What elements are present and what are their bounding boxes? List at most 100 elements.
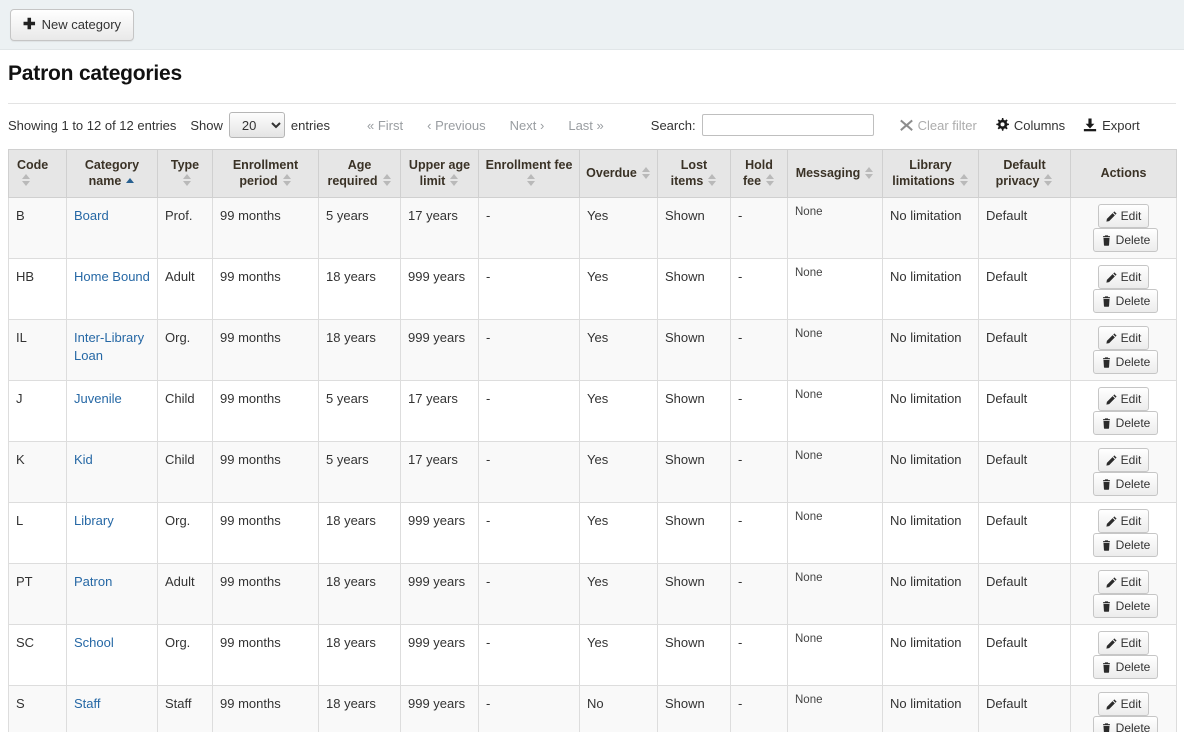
x-icon xyxy=(900,119,913,132)
new-category-button[interactable]: ✚ New category xyxy=(10,9,134,41)
edit-button[interactable]: Edit xyxy=(1098,387,1150,411)
delete-button[interactable]: Delete xyxy=(1093,533,1159,557)
show-label: Show xyxy=(190,118,223,133)
column-header-type[interactable]: Type xyxy=(158,150,213,198)
column-header-messaging[interactable]: Messaging xyxy=(788,150,883,198)
cell-enrollment-period: 99 months xyxy=(213,442,319,503)
columns-button[interactable]: Columns xyxy=(995,118,1065,133)
search-input[interactable] xyxy=(702,114,874,136)
cell-overdue: Yes xyxy=(580,381,658,442)
column-header-category-name[interactable]: Category name xyxy=(67,150,158,198)
column-header-hold-fee[interactable]: Hold fee xyxy=(731,150,788,198)
cell-hold-fee: - xyxy=(731,259,788,320)
category-name-link[interactable]: Library xyxy=(74,513,114,528)
column-header-default-privacy[interactable]: Default privacy xyxy=(979,150,1071,198)
pagination-next[interactable]: Next › xyxy=(501,114,554,137)
cell-hold-fee: - xyxy=(731,564,788,625)
cell-code: J xyxy=(9,381,67,442)
column-header-enrollment-period[interactable]: Enrollment period xyxy=(213,150,319,198)
column-header-label: Overdue xyxy=(586,166,637,180)
trash-icon xyxy=(1101,296,1112,307)
delete-button[interactable]: Delete xyxy=(1093,472,1159,496)
cell-name: Staff xyxy=(67,686,158,732)
cell-type: Child xyxy=(158,381,213,442)
column-header-age-required[interactable]: Age required xyxy=(319,150,401,198)
edit-button[interactable]: Edit xyxy=(1098,448,1150,472)
new-category-label: New category xyxy=(42,17,121,32)
edit-button[interactable]: Edit xyxy=(1098,692,1150,716)
cell-messaging: None xyxy=(788,198,883,259)
cell-library-limitations: No limitation xyxy=(883,686,979,732)
column-header-lost-items[interactable]: Lost items xyxy=(658,150,731,198)
edit-label: Edit xyxy=(1121,514,1142,528)
page-length-select[interactable]: 102050100All xyxy=(229,112,285,138)
column-header-overdue[interactable]: Overdue xyxy=(580,150,658,198)
delete-button[interactable]: Delete xyxy=(1093,655,1159,679)
pagination-last[interactable]: Last » xyxy=(559,114,612,137)
delete-button[interactable]: Delete xyxy=(1093,350,1159,374)
category-name-link[interactable]: Kid xyxy=(74,452,93,467)
pagination-first[interactable]: « First xyxy=(358,114,412,137)
delete-button[interactable]: Delete xyxy=(1093,289,1159,313)
cell-library-limitations: No limitation xyxy=(883,564,979,625)
edit-button[interactable]: Edit xyxy=(1098,631,1150,655)
table-row: BBoardProf.99 months5 years17 years-YesS… xyxy=(9,198,1177,259)
edit-button[interactable]: Edit xyxy=(1098,509,1150,533)
category-name-link[interactable]: Home Bound xyxy=(74,269,150,284)
sort-toggle-icon xyxy=(21,174,31,186)
cell-type: Adult xyxy=(158,564,213,625)
cell-overdue: Yes xyxy=(580,503,658,564)
cell-upper-age-limit: 999 years xyxy=(401,564,479,625)
cell-enrollment-fee: - xyxy=(479,320,580,381)
delete-button[interactable]: Delete xyxy=(1093,228,1159,252)
cell-upper-age-limit: 999 years xyxy=(401,625,479,686)
category-name-link[interactable]: Juvenile xyxy=(74,391,122,406)
delete-label: Delete xyxy=(1116,599,1151,613)
sort-toggle-icon xyxy=(526,174,536,186)
sort-toggle-icon xyxy=(282,174,292,186)
edit-button[interactable]: Edit xyxy=(1098,326,1150,350)
column-header-enrollment-fee[interactable]: Enrollment fee xyxy=(479,150,580,198)
edit-button[interactable]: Edit xyxy=(1098,265,1150,289)
pencil-icon xyxy=(1106,638,1117,649)
cell-messaging: None xyxy=(788,381,883,442)
column-header-label: Messaging xyxy=(796,166,861,180)
category-name-link[interactable]: Patron xyxy=(74,574,112,589)
column-header-label: Default privacy xyxy=(996,158,1046,188)
delete-label: Delete xyxy=(1116,660,1151,674)
cell-default-privacy: Default xyxy=(979,503,1071,564)
cell-lost-items: Shown xyxy=(658,564,731,625)
column-header-library-limitations[interactable]: Library limitations xyxy=(883,150,979,198)
category-name-link[interactable]: Inter-Library Loan xyxy=(74,330,144,363)
delete-button[interactable]: Delete xyxy=(1093,594,1159,618)
column-header-upper-age-limit[interactable]: Upper age limit xyxy=(401,150,479,198)
sort-toggle-icon xyxy=(449,174,459,186)
edit-button[interactable]: Edit xyxy=(1098,570,1150,594)
sort-toggle-icon xyxy=(641,167,651,179)
column-header-code[interactable]: Code xyxy=(9,150,67,198)
edit-label: Edit xyxy=(1121,331,1142,345)
edit-label: Edit xyxy=(1121,392,1142,406)
delete-button[interactable]: Delete xyxy=(1093,716,1159,732)
cell-code: SC xyxy=(9,625,67,686)
cell-library-limitations: No limitation xyxy=(883,503,979,564)
delete-label: Delete xyxy=(1116,477,1151,491)
category-name-link[interactable]: Staff xyxy=(74,696,101,711)
cell-hold-fee: - xyxy=(731,503,788,564)
edit-button[interactable]: Edit xyxy=(1098,204,1150,228)
trash-icon xyxy=(1101,540,1112,551)
cell-overdue: Yes xyxy=(580,259,658,320)
cell-name: Patron xyxy=(67,564,158,625)
pagination-previous[interactable]: ‹ Previous xyxy=(418,114,495,137)
pencil-icon xyxy=(1106,211,1117,222)
delete-button[interactable]: Delete xyxy=(1093,411,1159,435)
page-length-control: Show 102050100All entries xyxy=(190,112,330,138)
cell-actions: EditDelete xyxy=(1071,198,1177,259)
column-header-label: Lost items xyxy=(671,158,708,188)
pencil-icon xyxy=(1106,272,1117,283)
column-header-label: Age required xyxy=(327,158,377,188)
clear-filter-button[interactable]: Clear filter xyxy=(900,118,977,133)
export-button[interactable]: Export xyxy=(1083,118,1140,133)
category-name-link[interactable]: Board xyxy=(74,208,109,223)
category-name-link[interactable]: School xyxy=(74,635,114,650)
